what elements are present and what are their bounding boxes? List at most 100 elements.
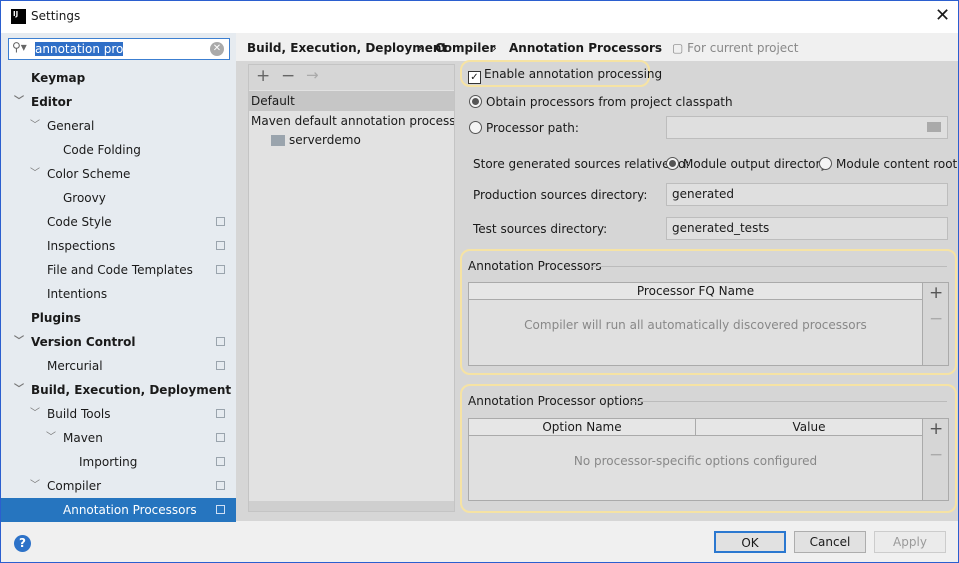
- apply-button[interactable]: Apply: [874, 531, 946, 553]
- project-scope-icon: [216, 433, 225, 442]
- obtain-processors-radio[interactable]: Obtain processors from project classpath: [469, 95, 733, 109]
- column-header[interactable]: Value: [696, 419, 922, 436]
- scope-label: ▢ For current project: [672, 41, 799, 55]
- sidebar-item[interactable]: Inspections: [1, 234, 236, 258]
- module-content-label: Module content root: [836, 157, 958, 171]
- sidebar-item[interactable]: ﹀ Version Control: [1, 330, 236, 354]
- clear-search-icon[interactable]: ✕: [210, 42, 224, 56]
- processor-path-input[interactable]: [666, 116, 948, 139]
- test-label: Test sources directory:: [473, 222, 608, 236]
- settings-window: IJ Settings ✕ ⚲▾ annotation pro ✕ Keymap…: [0, 0, 959, 563]
- sidebar-item[interactable]: ﹀ General: [1, 114, 236, 138]
- column-header[interactable]: Processor FQ Name: [469, 283, 922, 300]
- sidebar-item-label: Code Style: [47, 215, 112, 229]
- add-icon[interactable]: +: [929, 419, 943, 439]
- chevron-down-icon[interactable]: ﹀: [30, 162, 40, 186]
- remove-icon[interactable]: −: [281, 66, 295, 86]
- sidebar-item[interactable]: ﹀ Build Tools: [1, 402, 236, 426]
- project-scope-icon: [216, 361, 225, 370]
- breadcrumb-item[interactable]: Compiler: [435, 33, 495, 63]
- empty-text: No processor-specific options configured: [573, 454, 818, 468]
- profile-item[interactable]: Default: [249, 91, 454, 111]
- sidebar-item-label: Maven: [63, 431, 103, 445]
- chevron-down-icon[interactable]: ﹀: [30, 474, 40, 498]
- folder-browse-icon[interactable]: [927, 122, 941, 132]
- store-label: Store generated sources relative to:: [473, 157, 690, 171]
- radio-icon: [819, 157, 832, 170]
- sidebar-item-label: Editor: [31, 95, 72, 109]
- breadcrumb-item: Annotation Processors: [509, 41, 663, 55]
- production-dir-input[interactable]: generated: [666, 183, 948, 206]
- search-input[interactable]: ⚲▾ annotation pro ✕: [8, 38, 230, 60]
- chevron-down-icon[interactable]: ﹀: [14, 90, 24, 114]
- add-icon[interactable]: +: [256, 66, 270, 86]
- profiles-toolbar: + − →: [249, 65, 454, 90]
- sidebar-item[interactable]: ﹀ Editor: [1, 90, 236, 114]
- chevron-down-icon[interactable]: ﹀: [30, 402, 40, 426]
- test-dir-input[interactable]: generated_tests: [666, 217, 948, 240]
- chevron-down-icon[interactable]: ﹀: [14, 330, 24, 354]
- window-title: Settings: [31, 9, 81, 23]
- sidebar-item-label: Version Control: [31, 335, 136, 349]
- sidebar-item-label: Keymap: [31, 71, 86, 85]
- enable-label: Enable annotation processing: [484, 67, 663, 81]
- profile-item[interactable]: Maven default annotation processors p: [249, 111, 454, 131]
- remove-icon[interactable]: −: [929, 309, 943, 329]
- chevron-down-icon[interactable]: ﹀: [30, 114, 40, 138]
- add-icon[interactable]: +: [929, 283, 943, 303]
- project-scope-icon: [216, 241, 225, 250]
- sidebar-item-label: Importing: [79, 455, 138, 469]
- sidebar-item[interactable]: Annotation Processors: [1, 498, 236, 522]
- module-output-radio[interactable]: Module output directory: [666, 157, 828, 171]
- options-toolbar: + −: [923, 418, 949, 501]
- sidebar-item[interactable]: Keymap: [1, 66, 236, 90]
- sidebar-item[interactable]: Code Folding: [1, 138, 236, 162]
- sidebar-item[interactable]: ﹀ Build, Execution, Deployment: [1, 378, 236, 402]
- obtain-label: Obtain processors from project classpath: [486, 95, 733, 109]
- processor-path-radio[interactable]: Processor path:: [469, 121, 579, 135]
- search-value: annotation pro: [35, 42, 124, 56]
- sidebar-item-label: Groovy: [63, 191, 106, 205]
- divider: [591, 266, 947, 267]
- sidebar-item[interactable]: Mercurial: [1, 354, 236, 378]
- sidebar-item[interactable]: Code Style: [1, 210, 236, 234]
- sidebar-item[interactable]: ﹀ Compiler: [1, 474, 236, 498]
- options-table[interactable]: Option Name Value No processor-specific …: [468, 418, 923, 501]
- sidebar-item-label: Code Folding: [63, 143, 141, 157]
- sidebar-item-label: Intentions: [47, 287, 108, 301]
- chevron-down-icon[interactable]: ﹀: [46, 426, 56, 450]
- sidebar-item[interactable]: Importing: [1, 450, 236, 474]
- path-label: Processor path:: [486, 121, 579, 135]
- sidebar-item[interactable]: File and Code Templates: [1, 258, 236, 282]
- module-item[interactable]: serverdemo: [289, 133, 361, 147]
- sidebar-item[interactable]: Intentions: [1, 282, 236, 306]
- close-icon[interactable]: ✕: [935, 5, 950, 26]
- module-content-radio[interactable]: Module content root: [819, 157, 957, 171]
- sidebar-item[interactable]: ﹀ Maven: [1, 426, 236, 450]
- remove-icon[interactable]: −: [929, 445, 943, 465]
- sidebar-item-label: Plugins: [31, 311, 81, 325]
- column-header[interactable]: Option Name: [469, 419, 696, 436]
- scope-text: For current project: [687, 41, 799, 55]
- project-scope-icon: [216, 265, 225, 274]
- sidebar-item-label: Inspections: [47, 239, 116, 253]
- divider: [629, 401, 947, 402]
- processors-table[interactable]: Processor FQ Name Compiler will run all …: [468, 282, 923, 366]
- horizontal-scrollbar[interactable]: [249, 501, 454, 511]
- prod-label: Production sources directory:: [473, 188, 648, 202]
- breadcrumb: Build, Execution, Deployment › Compiler …: [236, 33, 958, 61]
- move-icon[interactable]: →: [306, 66, 319, 84]
- search-icon[interactable]: ⚲▾: [12, 40, 27, 54]
- chevron-down-icon[interactable]: ﹀: [14, 378, 24, 402]
- sidebar-item[interactable]: ﹀ Color Scheme: [1, 162, 236, 186]
- folder-icon: [271, 135, 285, 146]
- empty-text: Compiler will run all automatically disc…: [524, 318, 867, 332]
- project-scope-icon: [216, 481, 225, 490]
- enable-annotation-checkbox[interactable]: ✓ Enable annotation processing: [468, 67, 662, 84]
- sidebar-item[interactable]: Groovy: [1, 186, 236, 210]
- radio-icon: [469, 121, 482, 134]
- help-icon[interactable]: ?: [14, 535, 31, 552]
- cancel-button[interactable]: Cancel: [794, 531, 866, 553]
- ok-button[interactable]: OK: [714, 531, 786, 553]
- sidebar-item[interactable]: Plugins: [1, 306, 236, 330]
